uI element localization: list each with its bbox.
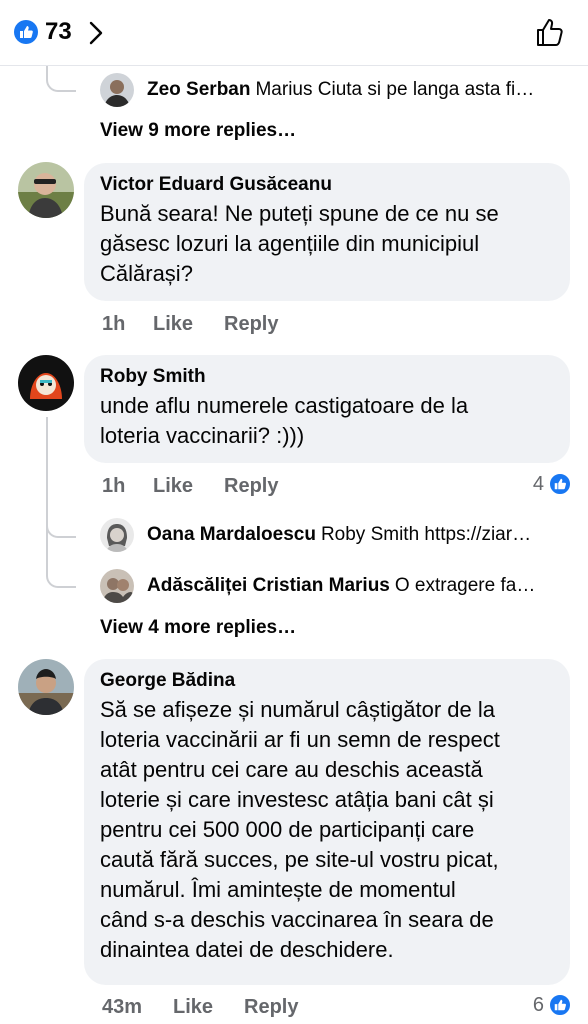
thread-connector (46, 500, 76, 538)
reply-author[interactable]: Zeo Serban (147, 79, 250, 100)
reply-item[interactable]: Adăscăliței Cristian Marius O extragere f… (100, 569, 570, 603)
comment-bubble: Victor Eduard Gusăceanu Bună seara! Ne p… (84, 163, 570, 301)
reply-text: O extragere fa… (394, 575, 536, 596)
reply-author[interactable]: Adăscăliței Cristian Marius (147, 575, 390, 596)
avatar[interactable] (18, 659, 74, 715)
reply-button[interactable]: Reply (224, 474, 278, 498)
comment-actions: 43m Like Reply (102, 995, 402, 1019)
reply-text: Roby Smith https://ziar… (320, 524, 532, 545)
avatar[interactable] (100, 569, 134, 603)
chevron-right-icon[interactable] (88, 20, 104, 51)
comment-actions: 1h Like Reply (102, 474, 402, 498)
reply-item[interactable]: Zeo Serban Marius Ciuta si pe langa asta … (100, 73, 570, 107)
avatar[interactable] (100, 73, 134, 107)
avatar[interactable] (18, 355, 74, 411)
like-reaction-icon (548, 472, 572, 496)
timestamp: 1h (102, 475, 126, 497)
comment-text: Să se afișeze și numărul câștigător de l… (100, 697, 500, 962)
like-button[interactable]: Like (153, 474, 193, 498)
reply-item[interactable]: Oana Mardaloescu Roby Smith https://ziar… (100, 518, 570, 552)
reply-author[interactable]: Oana Mardaloescu (147, 524, 316, 545)
avatar[interactable] (18, 162, 74, 218)
reply-button[interactable]: Reply (244, 995, 298, 1019)
view-more-replies-link[interactable]: View 9 more replies… (100, 119, 296, 143)
like-button[interactable]: Like (173, 995, 213, 1019)
reactions-header: 73 (0, 0, 588, 66)
avatar[interactable] (100, 518, 134, 552)
comment-author[interactable]: George Bădina (100, 669, 554, 693)
like-reaction-icon (14, 20, 38, 44)
like-button[interactable]: Like (153, 312, 193, 336)
thumbs-up-outline-icon[interactable] (534, 17, 566, 54)
reaction-count[interactable]: 6 (510, 993, 572, 1019)
comment-bubble: Roby Smith unde aflu numerele castigatoa… (84, 355, 570, 463)
like-count[interactable]: 73 (45, 18, 72, 46)
thread-connector (46, 536, 76, 588)
view-more-replies-link[interactable]: View 4 more replies… (100, 616, 296, 640)
thread-connector (46, 66, 76, 92)
timestamp: 43m (102, 996, 143, 1018)
reply-button[interactable]: Reply (224, 312, 278, 336)
reaction-count[interactable]: 4 (510, 472, 572, 498)
comment-author[interactable]: Victor Eduard Gusăceanu (100, 173, 554, 197)
like-reaction-icon (548, 993, 572, 1017)
comment-bubble: George Bădina Să se afișeze și numărul c… (84, 659, 570, 985)
comment-text: Bună seara! Ne puteți spune de ce nu se … (100, 201, 499, 286)
comment-actions: 1h Like Reply (102, 312, 402, 336)
comment-text: unde aflu numerele castigatoare de la lo… (100, 393, 469, 448)
comment-author[interactable]: Roby Smith (100, 365, 554, 389)
timestamp: 1h (102, 313, 126, 335)
reply-text: Marius Ciuta si pe langa asta fi… (255, 79, 535, 100)
